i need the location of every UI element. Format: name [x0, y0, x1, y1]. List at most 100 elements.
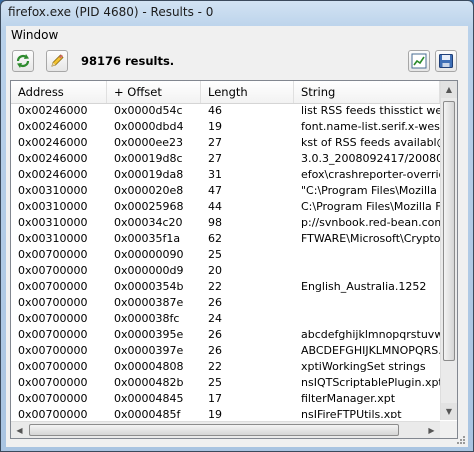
cell-string: ABCDEFGHIJKLMNOPQRS. — [301, 344, 440, 357]
table-row[interactable]: 0x00246000 0x00019d8c 27 3.0.3_2008092417/2… — [11, 151, 440, 167]
cell-address: 0x00310000 — [18, 200, 88, 213]
cell-offset: 0x00000090 — [114, 248, 184, 261]
table-row[interactable]: 0x00700000 0x000038fc 24 — [11, 311, 440, 327]
table-row[interactable]: 0x00310000 0x000020e8 47 "C:\Program Files\… — [11, 183, 440, 199]
cell-offset: 0x0000354b — [114, 280, 184, 293]
cell-offset: 0x0000482b — [114, 376, 184, 389]
table-row[interactable]: 0x00700000 0x0000482b 25 nsIQTScriptablePlu… — [11, 375, 440, 391]
save-icon — [439, 54, 453, 68]
table-row[interactable]: 0x00246000 0x00019da8 31 efox\crashreporter… — [11, 167, 440, 183]
graph-button[interactable] — [408, 50, 430, 72]
scroll-down-icon[interactable]: ▼ — [441, 403, 457, 420]
cell-length: 44 — [208, 200, 222, 213]
cell-address: 0x00700000 — [18, 264, 88, 277]
cell-address: 0x00246000 — [18, 136, 88, 149]
cell-length: 25 — [208, 376, 222, 389]
cell-address: 0x00700000 — [18, 408, 88, 418]
cell-address: 0x00700000 — [18, 248, 88, 261]
table-row[interactable]: 0x00700000 0x0000387e 26 — [11, 295, 440, 311]
cell-offset: 0x00004808 — [114, 360, 184, 373]
chart-icon — [411, 53, 427, 69]
cell-length: 26 — [208, 344, 222, 357]
table-row[interactable]: 0x00246000 0x0000ee23 27 kst of RSS feeds a… — [11, 135, 440, 151]
table-row[interactable]: 0x00700000 0x000000d9 20 — [11, 263, 440, 279]
cell-length: 27 — [208, 136, 222, 149]
cell-length: 46 — [208, 104, 222, 117]
column-header-length[interactable]: Length — [201, 81, 294, 103]
vertical-scrollbar[interactable]: ▲ ▼ — [440, 81, 457, 420]
cell-offset: 0x00025968 — [114, 200, 184, 213]
cell-address: 0x00246000 — [18, 152, 88, 165]
horizontal-scrollbar[interactable]: ◀ ▶ — [11, 421, 440, 438]
refresh-button[interactable] — [12, 50, 34, 72]
column-header-offset[interactable]: + Offset — [107, 81, 201, 103]
cell-offset: 0x0000ee23 — [114, 136, 184, 149]
resize-grip-icon[interactable] — [455, 434, 465, 444]
cell-string — [294, 295, 440, 311]
table-row[interactable]: 0x00700000 0x00000090 25 — [11, 247, 440, 263]
scroll-right-icon[interactable]: ▶ — [423, 422, 440, 438]
table-row[interactable]: 0x00310000 0x00034c20 98 p://svnbook.red-be… — [11, 215, 440, 231]
table-row[interactable]: 0x00700000 0x0000395e 26 abcdefghijklmnopqr… — [11, 327, 440, 343]
scroll-left-icon[interactable]: ◀ — [11, 422, 28, 438]
cell-string: kst of RSS feeds availabl@? — [301, 136, 440, 149]
table-row[interactable]: 0x00310000 0x00025968 44 C:\Program Files\M… — [11, 199, 440, 215]
cell-length: 25 — [208, 248, 222, 261]
client-area: 98176 results. Address + Offset Length S… — [6, 45, 468, 447]
cell-address: 0x00700000 — [18, 312, 88, 325]
cell-offset: 0x0000dbd4 — [114, 120, 184, 133]
cell-offset: 0x0000395e — [114, 328, 184, 341]
table-row[interactable]: 0x00700000 0x0000485f 19 nsIFireFTPUtils.xp… — [11, 407, 440, 418]
cell-string: abcdefghijklmnopqrstuvwxyz — [301, 328, 440, 341]
cell-string: C:\Program Files\Mozilla Firef — [301, 200, 440, 213]
table-header: Address + Offset Length String — [11, 81, 440, 104]
title-bar[interactable]: firefox.exe (PID 4680) - Results - 0 — [1, 1, 473, 25]
menu-window[interactable]: Window — [11, 28, 58, 42]
horizontal-scroll-thumb[interactable] — [29, 424, 399, 436]
cell-length: 19 — [208, 408, 222, 418]
cell-length: 26 — [208, 328, 222, 341]
table-row[interactable]: 0x00246000 0x0000dbd4 19 font.name-list.ser… — [11, 119, 440, 135]
table-body: 0x00246000 0x0000d54c 46 list RSS feeds thi… — [11, 103, 440, 418]
cell-address: 0x00700000 — [18, 328, 88, 341]
column-header-address[interactable]: Address — [11, 81, 107, 103]
cell-length: 17 — [208, 392, 222, 405]
cell-address: 0x00700000 — [18, 296, 88, 309]
cell-address: 0x00700000 — [18, 376, 88, 389]
cell-offset: 0x000020e8 — [114, 184, 184, 197]
cell-string — [294, 263, 440, 279]
cell-offset: 0x000038fc — [114, 312, 180, 325]
cell-length: 47 — [208, 184, 222, 197]
table-row[interactable]: 0x00700000 0x00004845 17 filterManager.xpt — [11, 391, 440, 407]
cell-address: 0x00310000 — [18, 216, 88, 229]
column-header-string[interactable]: String — [294, 81, 440, 103]
cell-length: 24 — [208, 312, 222, 325]
save-button[interactable] — [435, 50, 457, 72]
cell-length: 26 — [208, 296, 222, 309]
results-count: 98176 results. — [81, 54, 175, 68]
cell-string: list RSS feeds thisstict week — [301, 104, 440, 117]
pencil-icon — [51, 54, 64, 67]
table-row[interactable]: 0x00700000 0x0000397e 26 ABCDEFGHIJKLMNOPQR… — [11, 343, 440, 359]
cell-length: 31 — [208, 168, 222, 181]
cell-offset: 0x00019da8 — [114, 168, 184, 181]
cell-address: 0x00310000 — [18, 184, 88, 197]
cell-string: 3.0.3_2008092417/2008092 — [301, 152, 440, 165]
table-row[interactable]: 0x00700000 0x0000354b 22 English_Australia.… — [11, 279, 440, 295]
cell-length: 27 — [208, 152, 222, 165]
cell-length: 22 — [208, 280, 222, 293]
vertical-scroll-thumb[interactable] — [443, 101, 455, 361]
cell-length: 19 — [208, 120, 222, 133]
scroll-up-icon[interactable]: ▲ — [441, 81, 457, 98]
table-row[interactable]: 0x00310000 0x00035f1a 62 FTWARE\Microsoft\C… — [11, 231, 440, 247]
cell-address: 0x00700000 — [18, 344, 88, 357]
cell-address: 0x00700000 — [18, 280, 88, 293]
cell-string: p://svnbook.red-bean.com/e — [301, 216, 440, 229]
edit-button[interactable] — [46, 50, 68, 72]
cell-string: nsIFireFTPUtils.xpt — [301, 408, 402, 418]
table-row[interactable]: 0x00246000 0x0000d54c 46 list RSS feeds thi… — [11, 103, 440, 119]
table-row[interactable]: 0x00700000 0x00004808 22 xptiWorkingSet str… — [11, 359, 440, 375]
cell-string: nsIQTScriptablePlugin.xpt — [301, 376, 440, 389]
cell-address: 0x00246000 — [18, 104, 88, 117]
cell-string: "C:\Program Files\Mozilla Fir. — [301, 184, 440, 197]
